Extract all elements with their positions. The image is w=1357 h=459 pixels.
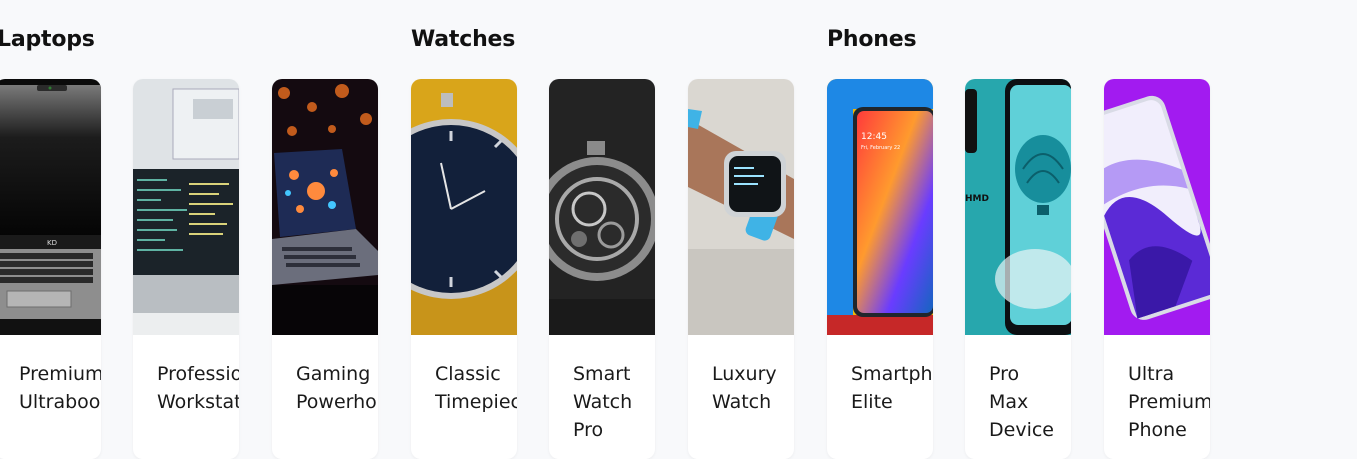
svg-text:KD: KD bbox=[47, 239, 57, 247]
watch-smart-image bbox=[688, 79, 794, 335]
product-name: Smartphone Elite bbox=[851, 363, 933, 413]
laptop-gaming-image bbox=[272, 79, 378, 335]
product-card-professional-workstation[interactable]: Professional Workstation bbox=[133, 79, 239, 459]
section-title-laptops: Laptops bbox=[0, 27, 95, 52]
product-card-smartphone-elite[interactable]: 12:45 Fri, February 22 Smartphone Elite bbox=[827, 79, 933, 459]
product-name: Luxury Watch bbox=[712, 363, 777, 413]
product-name: Professional Workstation bbox=[157, 363, 239, 413]
product-card-ultra-premium-phone[interactable]: Ultra Premium Phone bbox=[1104, 79, 1210, 459]
product-card-classic-timepiece[interactable]: Classic Timepiece bbox=[411, 79, 517, 459]
product-name: Pro Max Device bbox=[989, 363, 1054, 441]
phone-purple-image bbox=[1104, 79, 1210, 335]
laptop-black-image: KD bbox=[0, 79, 101, 335]
watch-classic-image bbox=[411, 79, 517, 335]
phone-teal-image: HMD bbox=[965, 79, 1071, 335]
product-card-smart-watch-pro[interactable]: Smart Watch Pro bbox=[549, 79, 655, 459]
watch-skeleton-image bbox=[549, 79, 655, 335]
product-name: Premium Ultrabook bbox=[19, 363, 101, 413]
phone-samsung-image: 12:45 Fri, February 22 bbox=[827, 79, 933, 335]
product-card-premium-ultrabook[interactable]: KD Premium Ultrabook bbox=[0, 79, 101, 459]
section-title-watches: Watches bbox=[411, 27, 516, 52]
product-card-pro-max-device[interactable]: HMD Pro Max Device bbox=[965, 79, 1071, 459]
svg-text:12:45: 12:45 bbox=[861, 132, 887, 142]
product-card-luxury-watch[interactable]: Luxury Watch bbox=[688, 79, 794, 459]
section-title-phones: Phones bbox=[827, 27, 917, 52]
svg-text:HMD: HMD bbox=[965, 194, 989, 204]
product-name: Gaming Powerhouse bbox=[296, 363, 378, 413]
product-name: Classic Timepiece bbox=[435, 363, 517, 413]
product-card-gaming-powerhouse[interactable]: Gaming Powerhouse bbox=[272, 79, 378, 459]
product-name: Smart Watch Pro bbox=[573, 363, 633, 441]
svg-text:Fri, February 22: Fri, February 22 bbox=[861, 145, 900, 151]
product-name: Ultra Premium Phone bbox=[1128, 363, 1210, 441]
laptop-code-image bbox=[133, 79, 239, 335]
